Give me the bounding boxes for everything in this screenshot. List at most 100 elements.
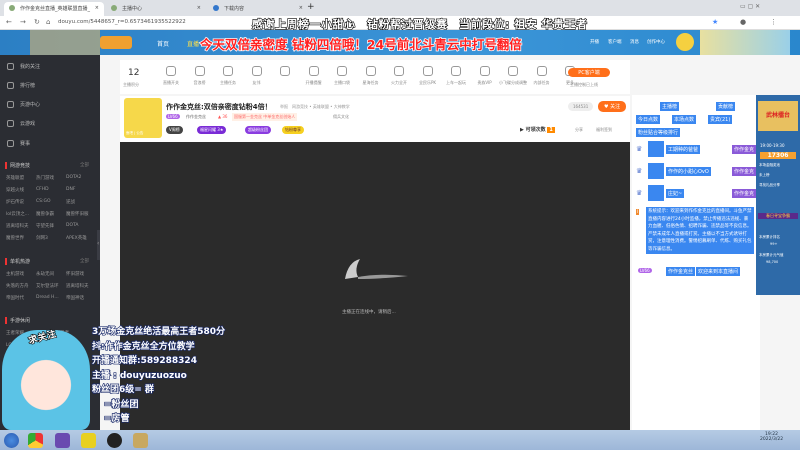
- game-link[interactable]: 守望先锋: [36, 223, 66, 229]
- game-link[interactable]: 魔兽怀旧服: [66, 211, 96, 217]
- tab-stream[interactable]: 作作金克丝直播_英雄联盟直播_ ×: [4, 2, 104, 16]
- game-link[interactable]: 永劫无间: [36, 271, 66, 277]
- tab-vip[interactable]: 贵宾(21): [708, 115, 733, 124]
- game-link[interactable]: 炉石传说: [6, 199, 36, 205]
- pc-client-button[interactable]: PC客户端: [568, 68, 610, 77]
- sidebar-item-rank[interactable]: 排行榜: [7, 82, 35, 89]
- tab-anchor-rank[interactable]: 主播榜: [660, 102, 680, 111]
- sidebar-item-webgames[interactable]: 页游中心: [7, 101, 40, 108]
- toolbar-item[interactable]: 内部任务: [527, 66, 557, 86]
- chip-fan-club[interactable]: 超级粉丝团: [245, 126, 271, 134]
- toolbar-item[interactable]: 全民乐PK: [413, 66, 443, 86]
- sidebar-item-events[interactable]: 赛事: [7, 140, 30, 147]
- toolbar-item[interactable]: 火力全开: [384, 66, 414, 86]
- tab-contribution-rank[interactable]: 贡献榜: [716, 102, 736, 111]
- toolbar-item[interactable]: 主播口袋: [327, 66, 357, 86]
- tab-today-points[interactable]: 今日点数: [636, 115, 661, 124]
- close-icon[interactable]: ×: [197, 5, 201, 11]
- more-link[interactable]: 全部: [80, 258, 89, 264]
- back-icon[interactable]: ←: [6, 18, 12, 26]
- game-link[interactable]: 帝国时代: [6, 295, 36, 301]
- app-icon[interactable]: [55, 433, 70, 448]
- douyu-logo[interactable]: [100, 36, 132, 49]
- game-link[interactable]: 魔兽争霸: [36, 211, 66, 217]
- toolbar-item[interactable]: 小飞碟分成调整: [498, 66, 528, 86]
- toolbar-item[interactable]: 主播任务: [213, 66, 243, 86]
- tab-downloads[interactable]: 下载内容 ×: [208, 2, 308, 16]
- fan-avatar[interactable]: [648, 185, 664, 201]
- obs-icon[interactable]: [107, 433, 122, 448]
- nav-home[interactable]: 首页: [157, 39, 169, 48]
- lol-icon[interactable]: [133, 433, 148, 448]
- toolbar-item[interactable]: 开播提醒: [299, 66, 329, 86]
- avatar-caption[interactable]: 鱼吧 | 公告: [126, 131, 143, 136]
- game-link[interactable]: 主机游戏: [6, 271, 36, 277]
- chip-lucky-star[interactable]: 福星闪耀 3★: [197, 126, 227, 134]
- game-link[interactable]: DNF: [66, 187, 96, 193]
- game-link[interactable]: DOTA2: [66, 175, 96, 181]
- redeem-count[interactable]: ▶ 可领次数 1: [520, 126, 555, 133]
- game-link[interactable]: 英雄联盟: [6, 175, 36, 181]
- game-link[interactable]: 剑网3: [36, 235, 66, 241]
- game-link[interactable]: 帝国神话: [66, 295, 96, 301]
- menu-icon[interactable]: ⋮: [770, 18, 777, 26]
- nav-messages[interactable]: 消息: [630, 39, 639, 45]
- app-icon[interactable]: [81, 433, 96, 448]
- more-link[interactable]: 全部: [80, 162, 89, 168]
- new-tab-button[interactable]: +: [307, 2, 315, 12]
- toolbar-item[interactable]: [270, 66, 300, 80]
- game-link[interactable]: DOTA: [66, 223, 96, 229]
- game-link[interactable]: CS:GO: [36, 199, 66, 205]
- fan-avatar[interactable]: [648, 141, 664, 157]
- event-ad-banner[interactable]: 武林擂台 19:00-19:30 17306 本场金融奖池 未上榜 寻找礼品分享…: [756, 95, 800, 295]
- toolbar-item[interactable]: 友邻: [242, 66, 272, 86]
- profile-icon[interactable]: ●: [740, 18, 746, 26]
- chrome-icon[interactable]: [28, 433, 43, 448]
- fan-avatar[interactable]: [648, 163, 664, 179]
- toolbar-item[interactable]: 直播开关: [156, 66, 186, 86]
- game-link[interactable]: CFHD: [36, 187, 66, 193]
- game-link[interactable]: 逆战: [66, 199, 96, 205]
- toolbar-item[interactable]: 上车一起玩: [441, 66, 471, 86]
- game-link[interactable]: 逃离塔科夫: [6, 223, 36, 229]
- user-avatar[interactable]: [676, 33, 694, 51]
- nav-live[interactable]: 直播: [187, 39, 199, 48]
- start-button[interactable]: [4, 433, 19, 448]
- share-button[interactable]: 分享: [575, 127, 583, 133]
- close-icon[interactable]: ×: [95, 5, 99, 11]
- game-link[interactable]: 逃离塔科夫: [66, 283, 96, 289]
- anchor-name[interactable]: 作作金克丝: [186, 114, 206, 120]
- reload-icon[interactable]: ↻: [34, 18, 40, 26]
- tab-anchor-center[interactable]: 主播中心 ×: [106, 2, 206, 16]
- game-link[interactable]: APEX英雄: [66, 235, 96, 241]
- chip-weekly[interactable]: V周榜: [166, 126, 183, 134]
- chip-diamond-fan[interactable]: 钻粉尊享: [282, 126, 304, 134]
- nav-client[interactable]: 客户端: [608, 39, 622, 45]
- game-link[interactable]: 失落的方舟: [6, 283, 36, 289]
- clock[interactable]: 19:22 2022/3/22: [760, 432, 783, 442]
- room-category[interactable]: 举报 网游竞技 • 英雄联盟 • 大神教学: [280, 104, 350, 110]
- toolbar-item[interactable]: 音浪榜: [185, 66, 215, 86]
- game-link[interactable]: 魔兽世界: [6, 235, 36, 241]
- nav-creator-center[interactable]: 创作中心: [647, 39, 665, 45]
- bookmark-star-icon[interactable]: ★: [712, 18, 718, 26]
- game-link[interactable]: 穿越火线: [6, 187, 36, 193]
- nav-start-stream[interactable]: 开播: [590, 39, 599, 45]
- toolbar-item[interactable]: 星海任务: [356, 66, 386, 86]
- game-link[interactable]: 热门游戏: [36, 175, 66, 181]
- close-icon[interactable]: ×: [299, 5, 303, 11]
- game-link[interactable]: lol云顶之...: [6, 211, 36, 217]
- fan-name[interactable]: 庄妃~: [666, 189, 685, 198]
- game-link[interactable]: 艾尔登法环: [36, 283, 66, 289]
- sign-in-button[interactable]: 福利签到: [596, 127, 612, 133]
- tab-session-points[interactable]: 本场点数: [672, 115, 697, 124]
- sidebar-item-follow[interactable]: 我的关注: [7, 63, 40, 70]
- chat-username[interactable]: 作作金克丝: [666, 267, 696, 276]
- fan-name[interactable]: 工期种的爸爸: [666, 145, 701, 154]
- window-controls[interactable]: ▭ ▢ ✕: [740, 3, 760, 10]
- follow-button[interactable]: ♥ 关注: [598, 101, 627, 112]
- forward-icon[interactable]: →: [20, 18, 26, 26]
- home-icon[interactable]: ⌂: [46, 18, 50, 26]
- toolbar-item[interactable]: 贵族VIP: [470, 66, 500, 86]
- sidebar-item-cloudgame[interactable]: 云游戏: [7, 120, 35, 127]
